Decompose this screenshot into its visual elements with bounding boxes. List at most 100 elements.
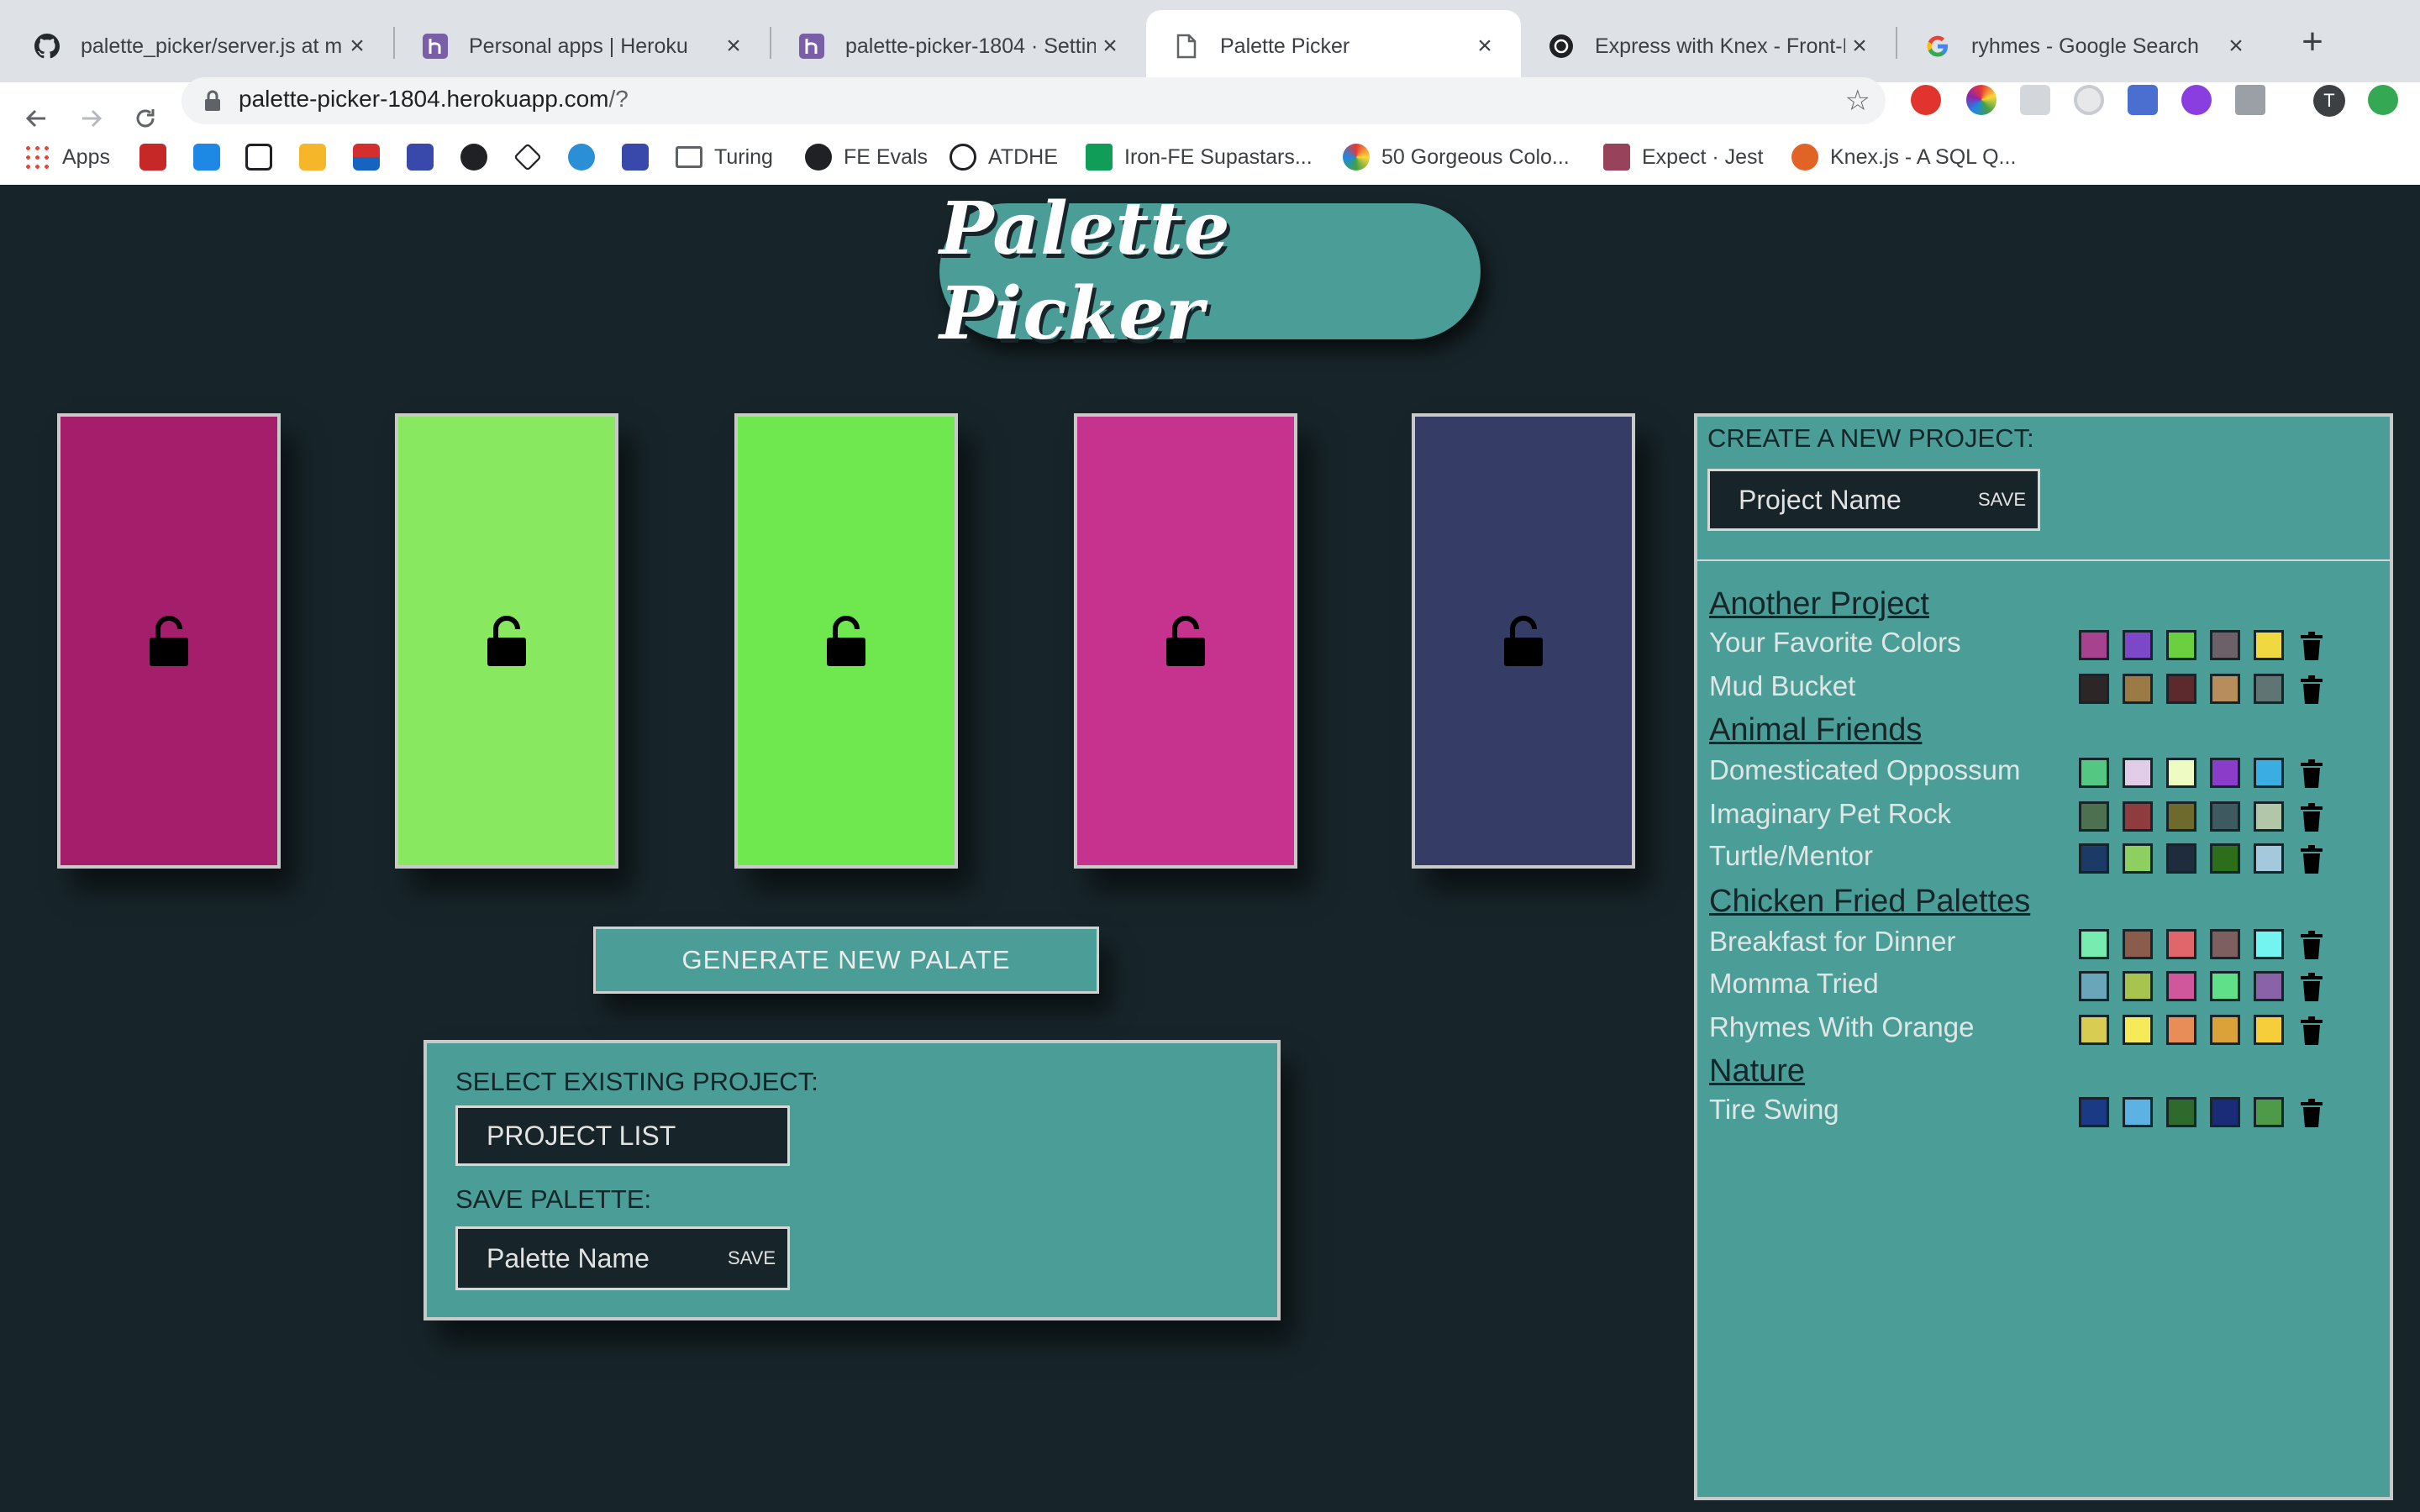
lock-toggle-button[interactable] — [1498, 612, 1549, 670]
url-host: palette-picker-1804.herokuapp.com — [239, 86, 609, 112]
browser-tab-heroku-apps[interactable]: Personal apps | Heroku × — [395, 10, 770, 82]
bookmark-star-icon[interactable]: ☆ — [1845, 86, 1870, 116]
atdhe-icon — [950, 144, 976, 171]
forward-arrow-icon — [82, 109, 103, 128]
ublock-extension-icon[interactable] — [1911, 85, 1941, 115]
tab-title: Palette Picker — [1220, 34, 1350, 58]
close-icon[interactable]: × — [1470, 32, 1499, 60]
mini-color-swatch — [2210, 843, 2240, 874]
project-title[interactable]: Nature — [1709, 1053, 1805, 1089]
trash-icon[interactable] — [2301, 1016, 2323, 1045]
close-icon[interactable]: × — [1096, 32, 1124, 60]
bookmark-jest[interactable]: Expect · Jest — [1603, 129, 1764, 185]
purple-extension-icon[interactable] — [2181, 85, 2212, 115]
browser-tab-google-search[interactable]: ryhmes - Google Search × — [1897, 10, 2272, 82]
unlocked-padlock-icon — [487, 616, 526, 666]
mini-color-swatch — [2079, 1015, 2109, 1045]
browser-tab-heroku-settings[interactable]: palette-picker-1804 · Settin × — [771, 10, 1146, 82]
palette-name[interactable]: Domesticated Oppossum — [1709, 754, 2021, 786]
lock-toggle-button[interactable] — [821, 612, 871, 670]
knex-icon — [1791, 144, 1818, 171]
project-select[interactable]: PROJECT LIST — [455, 1105, 790, 1166]
palette-name[interactable]: Mud Bucket — [1709, 670, 1855, 702]
trash-icon[interactable] — [2301, 759, 2323, 788]
save-project-button[interactable]: SAVE — [1978, 471, 2026, 528]
palette-name[interactable]: Breakfast for Dinner — [1709, 926, 1955, 958]
palette-picker-page: Palette Picker GENERATE NEW PALATE SELEC… — [0, 185, 2420, 1512]
mini-color-swatch — [2254, 929, 2284, 959]
palette-name[interactable]: Turtle/Mentor — [1709, 840, 1873, 872]
close-icon[interactable]: × — [719, 32, 748, 60]
bookmark-k[interactable] — [299, 129, 338, 185]
close-icon[interactable]: × — [1845, 32, 1874, 60]
bookmark-trello[interactable] — [407, 129, 445, 185]
folder-icon — [676, 146, 702, 168]
github-icon — [805, 144, 832, 171]
bookmark-board[interactable] — [622, 129, 660, 185]
cloud-icon — [568, 144, 595, 171]
crop-extension-icon[interactable] — [2128, 85, 2158, 115]
palette-name[interactable]: Momma Tried — [1709, 968, 1879, 1000]
new-tab-button[interactable]: + — [2292, 20, 2333, 64]
mini-color-swatch — [2254, 1015, 2284, 1045]
address-bar[interactable]: palette-picker-1804.herokuapp.com/? ☆ — [182, 77, 1886, 124]
trash-icon[interactable] — [2301, 973, 2323, 1001]
grid-extension-icon[interactable] — [2020, 85, 2050, 115]
bookmark-50-colors[interactable]: 50 Gorgeous Colo... — [1343, 129, 1570, 185]
project-title[interactable]: Another Project — [1709, 586, 1929, 622]
lock-toggle-button[interactable] — [1160, 612, 1211, 670]
bookmark-lifesaver[interactable] — [139, 129, 178, 185]
bookmark-apps[interactable]: Apps — [24, 129, 110, 185]
trash-icon[interactable] — [2301, 632, 2323, 660]
browser-tab-express-knex[interactable]: Express with Knex - Front-E × — [1521, 10, 1896, 82]
vue-devtools-icon[interactable] — [2235, 85, 2265, 115]
bookmark-codepen[interactable] — [513, 129, 553, 185]
color-swatch-3 — [734, 413, 958, 869]
profile-avatar[interactable]: T — [2313, 85, 2345, 117]
project-title[interactable]: Chicken Fried Palettes — [1709, 884, 2030, 920]
mini-color-swatch — [2254, 758, 2284, 788]
palette-name[interactable]: Your Favorite Colors — [1709, 627, 1961, 659]
close-icon[interactable]: × — [343, 32, 371, 60]
trash-icon[interactable] — [2301, 675, 2323, 704]
mini-color-swatch — [2123, 758, 2153, 788]
mini-color-swatch — [2079, 630, 2109, 660]
target-extension-icon[interactable] — [2074, 85, 2104, 115]
browser-tab-github[interactable]: palette_picker/server.js at m × — [7, 10, 393, 82]
trash-icon[interactable] — [2301, 931, 2323, 959]
generate-palette-button[interactable]: GENERATE NEW PALATE — [593, 927, 1099, 994]
bookmark-iron-fe[interactable]: Iron-FE Supastars... — [1086, 129, 1313, 185]
lock-toggle-button[interactable] — [481, 612, 532, 670]
trash-icon[interactable] — [2301, 1099, 2323, 1127]
bookmark-cloud[interactable] — [568, 129, 607, 185]
turing-icon — [1548, 33, 1575, 60]
mini-color-swatch — [2254, 971, 2284, 1001]
trash-icon[interactable] — [2301, 803, 2323, 832]
close-icon[interactable]: × — [2222, 32, 2250, 60]
bookmark-sql[interactable] — [193, 129, 232, 185]
bookmark-fe-evals[interactable]: FE Evals — [805, 129, 928, 185]
select-project-label: SELECT EXISTING PROJECT: — [455, 1067, 818, 1096]
palette-name[interactable]: Imaginary Pet Rock — [1709, 798, 1951, 830]
project-name-input[interactable]: Project Name SAVE — [1707, 469, 2040, 531]
bookmark-knex[interactable]: Knex.js - A SQL Q... — [1791, 129, 2016, 185]
color-picker-extension-icon[interactable] — [1966, 85, 1996, 115]
browser-tab-palette-picker[interactable]: Palette Picker × — [1146, 10, 1521, 82]
palette-name[interactable]: Tire Swing — [1709, 1094, 1839, 1126]
bookmark-atdhe[interactable]: ATDHE — [950, 129, 1058, 185]
save-palette-button[interactable]: SAVE — [728, 1229, 776, 1288]
palette-name[interactable]: Rhymes With Orange — [1709, 1011, 1974, 1043]
update-icon[interactable] — [2368, 85, 2398, 115]
bookmark-p[interactable] — [245, 129, 284, 185]
color-swatch-4 — [1074, 413, 1297, 869]
trash-icon[interactable] — [2301, 845, 2323, 874]
heroku-icon — [798, 33, 825, 60]
bookmark-bank[interactable] — [353, 129, 392, 185]
mini-color-swatch — [2166, 971, 2196, 1001]
bookmark-github[interactable] — [460, 129, 499, 185]
mini-color-swatch — [2254, 630, 2284, 660]
project-title[interactable]: Animal Friends — [1709, 712, 1922, 748]
palette-name-input[interactable]: Palette Name SAVE — [455, 1226, 790, 1290]
bookmark-turing[interactable]: Turing — [676, 129, 773, 185]
lock-toggle-button[interactable] — [144, 612, 194, 670]
